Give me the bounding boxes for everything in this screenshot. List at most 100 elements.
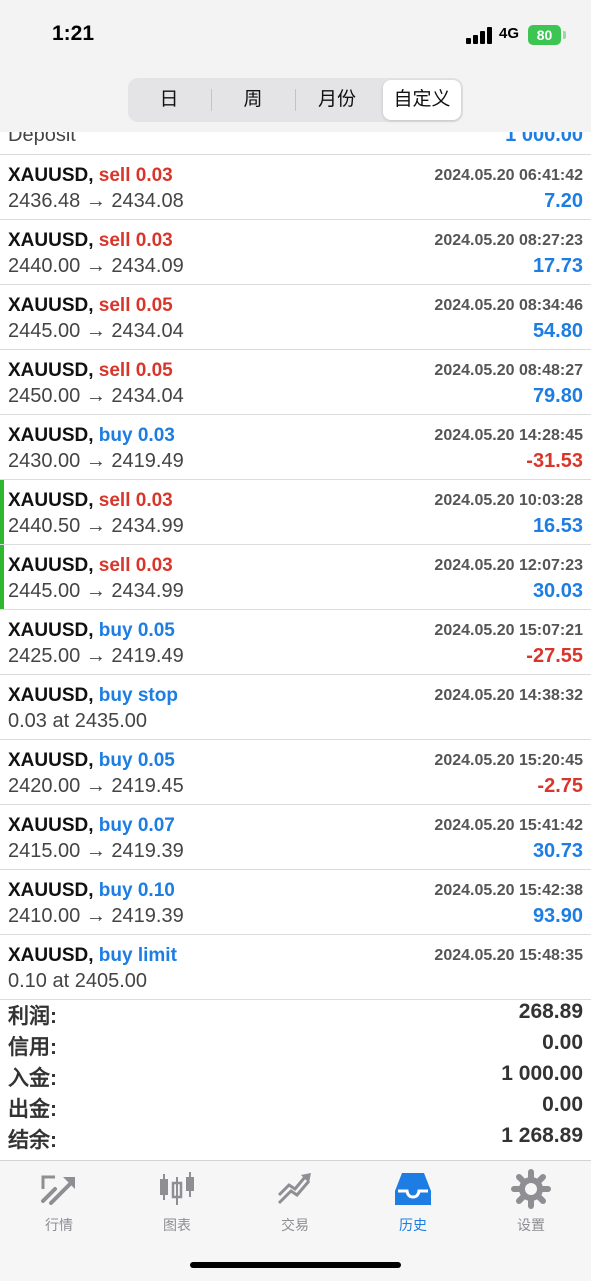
period-segmented-control: 日 周 月份 自定义: [128, 78, 463, 122]
segment-custom[interactable]: 自定义: [383, 80, 461, 120]
trade-prices: 2445.00 → 2434.04: [8, 320, 184, 342]
tab-settings[interactable]: 设置: [472, 1169, 590, 1239]
trade-side: buy 0.07: [98, 815, 175, 836]
trade-date: 2024.05.20 06:41:42: [434, 167, 583, 184]
deposit-amount: 1 000.00: [505, 132, 583, 146]
summary-credit-row: 信用: 0.00: [0, 1028, 591, 1059]
trade-profit: -2.75: [537, 775, 583, 797]
tab-label: 历史: [399, 1217, 427, 1233]
trade-symbol: XAUUSD,: [8, 880, 94, 901]
trade-date: 2024.05.20 15:48:35: [434, 947, 583, 964]
segment-month[interactable]: 月份: [298, 80, 376, 120]
trade-prices: 2440.00 → 2434.09: [8, 255, 184, 277]
trade-side: buy limit: [98, 945, 177, 966]
trade-row[interactable]: XAUUSD, sell 0.05 2024.05.20 08:48:27 24…: [0, 350, 591, 415]
summary-balance-row: 结余: 1 268.89: [0, 1121, 591, 1152]
trade-row[interactable]: XAUUSD, sell 0.03 2024.05.20 08:27:23 24…: [0, 220, 591, 285]
trade-row[interactable]: XAUUSD, sell 0.03 2024.05.20 06:41:42 24…: [0, 155, 591, 220]
trade-side: sell 0.03: [98, 165, 173, 186]
trade-date: 2024.05.20 14:38:32: [434, 687, 583, 704]
battery-tip: [563, 31, 566, 39]
trade-date: 2024.05.20 08:27:23: [434, 232, 583, 249]
trade-date: 2024.05.20 15:07:21: [434, 622, 583, 639]
pending-order-row[interactable]: XAUUSD, buy stop 2024.05.20 14:38:32 0.0…: [0, 675, 591, 740]
tab-label: 图表: [163, 1217, 191, 1233]
trade-date: 2024.05.20 10:03:28: [434, 492, 583, 509]
history-icon: [395, 1173, 431, 1205]
trade-symbol: XAUUSD,: [8, 360, 94, 381]
trade-row[interactable]: XAUUSD, sell 0.03 2024.05.20 12:07:23 24…: [0, 545, 591, 610]
summary-value: 268.89: [518, 1000, 583, 1023]
trade-row[interactable]: XAUUSD, buy 0.03 2024.05.20 14:28:45 243…: [0, 415, 591, 480]
trade-profit: 7.20: [544, 190, 583, 212]
summary-value: 1 000.00: [501, 1062, 583, 1085]
trade-prices: 2415.00 → 2419.39: [8, 840, 184, 862]
trade-profit: 16.53: [532, 515, 583, 537]
trade-side: buy stop: [98, 685, 178, 706]
summary-value: 1 268.89: [501, 1124, 583, 1147]
chart-icon: [160, 1172, 194, 1205]
trade-side: buy 0.05: [98, 750, 175, 771]
trade-symbol: XAUUSD,: [8, 555, 94, 576]
trade-prices: 2445.00 → 2434.99: [8, 580, 184, 602]
trade-row[interactable]: XAUUSD, buy 0.05 2024.05.20 15:20:45 242…: [0, 740, 591, 805]
trade-profit: 93.90: [532, 905, 583, 927]
trade-symbol: XAUUSD,: [8, 945, 94, 966]
battery-icon: 80: [528, 25, 561, 45]
home-indicator: [190, 1262, 401, 1268]
trade-profit: 17.73: [532, 255, 583, 277]
trade-row[interactable]: XAUUSD, sell 0.03 2024.05.20 10:03:28 24…: [0, 480, 591, 545]
trade-side: buy 0.10: [98, 880, 175, 901]
quotes-icon: [41, 1175, 75, 1205]
trade-prices: 2410.00 → 2419.39: [8, 905, 184, 927]
trade-row[interactable]: XAUUSD, buy 0.05 2024.05.20 15:07:21 242…: [0, 610, 591, 675]
tab-history[interactable]: 历史: [354, 1169, 472, 1239]
status-time: 1:21: [52, 22, 95, 45]
trade-side: buy 0.05: [98, 620, 175, 641]
trade-symbol: XAUUSD,: [8, 815, 94, 836]
trade-side: sell 0.03: [98, 490, 173, 511]
segment-week[interactable]: 周: [214, 80, 292, 120]
status-bar: 1:21 4G 80: [0, 0, 591, 70]
summary-profit-row: 利润: 268.89: [0, 997, 591, 1028]
trade-profit: 30.03: [532, 580, 583, 602]
tab-charts[interactable]: 图表: [118, 1169, 236, 1239]
trade-prices: 2450.00 → 2434.04: [8, 385, 184, 407]
summary-label: 结余:: [8, 1129, 57, 1152]
trade-symbol: XAUUSD,: [8, 230, 94, 251]
pending-order-row[interactable]: XAUUSD, buy limit 2024.05.20 15:48:35 0.…: [0, 935, 591, 1000]
trade-date: 2024.05.20 08:34:46: [434, 297, 583, 314]
trade-symbol: XAUUSD,: [8, 425, 94, 446]
signal-icon: [466, 27, 494, 44]
trade-row[interactable]: XAUUSD, buy 0.07 2024.05.20 15:41:42 241…: [0, 805, 591, 870]
tab-label: 交易: [281, 1217, 309, 1233]
trade-profit: 30.73: [532, 840, 583, 862]
trade-side: buy 0.03: [98, 425, 175, 446]
trade-symbol: XAUUSD,: [8, 165, 94, 186]
deposit-label: Deposit: [8, 132, 76, 146]
trade-date: 2024.05.20 15:20:45: [434, 752, 583, 769]
trade-profit: -31.53: [526, 450, 583, 472]
segment-divider: [211, 89, 212, 111]
history-list[interactable]: Deposit 1 000.00 XAUUSD, sell 0.03 2024.…: [0, 132, 591, 1000]
account-summary: 利润: 268.89 信用: 0.00 入金: 1 000.00 出金: 0.0…: [0, 997, 591, 1152]
order-volume-price: 0.10 at 2405.00: [8, 970, 148, 992]
battery-level: 80: [536, 27, 553, 43]
trade-row[interactable]: XAUUSD, sell 0.05 2024.05.20 08:34:46 24…: [0, 285, 591, 350]
trade-row[interactable]: XAUUSD, buy 0.10 2024.05.20 15:42:38 241…: [0, 870, 591, 935]
tab-trade[interactable]: 交易: [236, 1169, 354, 1239]
trade-prices: 2430.00 → 2419.49: [8, 450, 184, 472]
trade-symbol: XAUUSD,: [8, 620, 94, 641]
segment-day[interactable]: 日: [130, 80, 208, 120]
summary-withdrawal-row: 出金: 0.00: [0, 1090, 591, 1121]
summary-label: 利润:: [8, 1005, 57, 1028]
settings-icon: [511, 1169, 551, 1209]
trade-profit: 54.80: [532, 320, 583, 342]
trade-prices: 2425.00 → 2419.49: [8, 645, 184, 667]
trade-date: 2024.05.20 15:41:42: [434, 817, 583, 834]
tab-quotes[interactable]: 行情: [0, 1169, 118, 1239]
trade-profit: -27.55: [526, 645, 583, 667]
trade-date: 2024.05.20 08:48:27: [434, 362, 583, 379]
deposit-row[interactable]: Deposit 1 000.00: [0, 132, 591, 155]
summary-label: 信用:: [8, 1036, 57, 1059]
